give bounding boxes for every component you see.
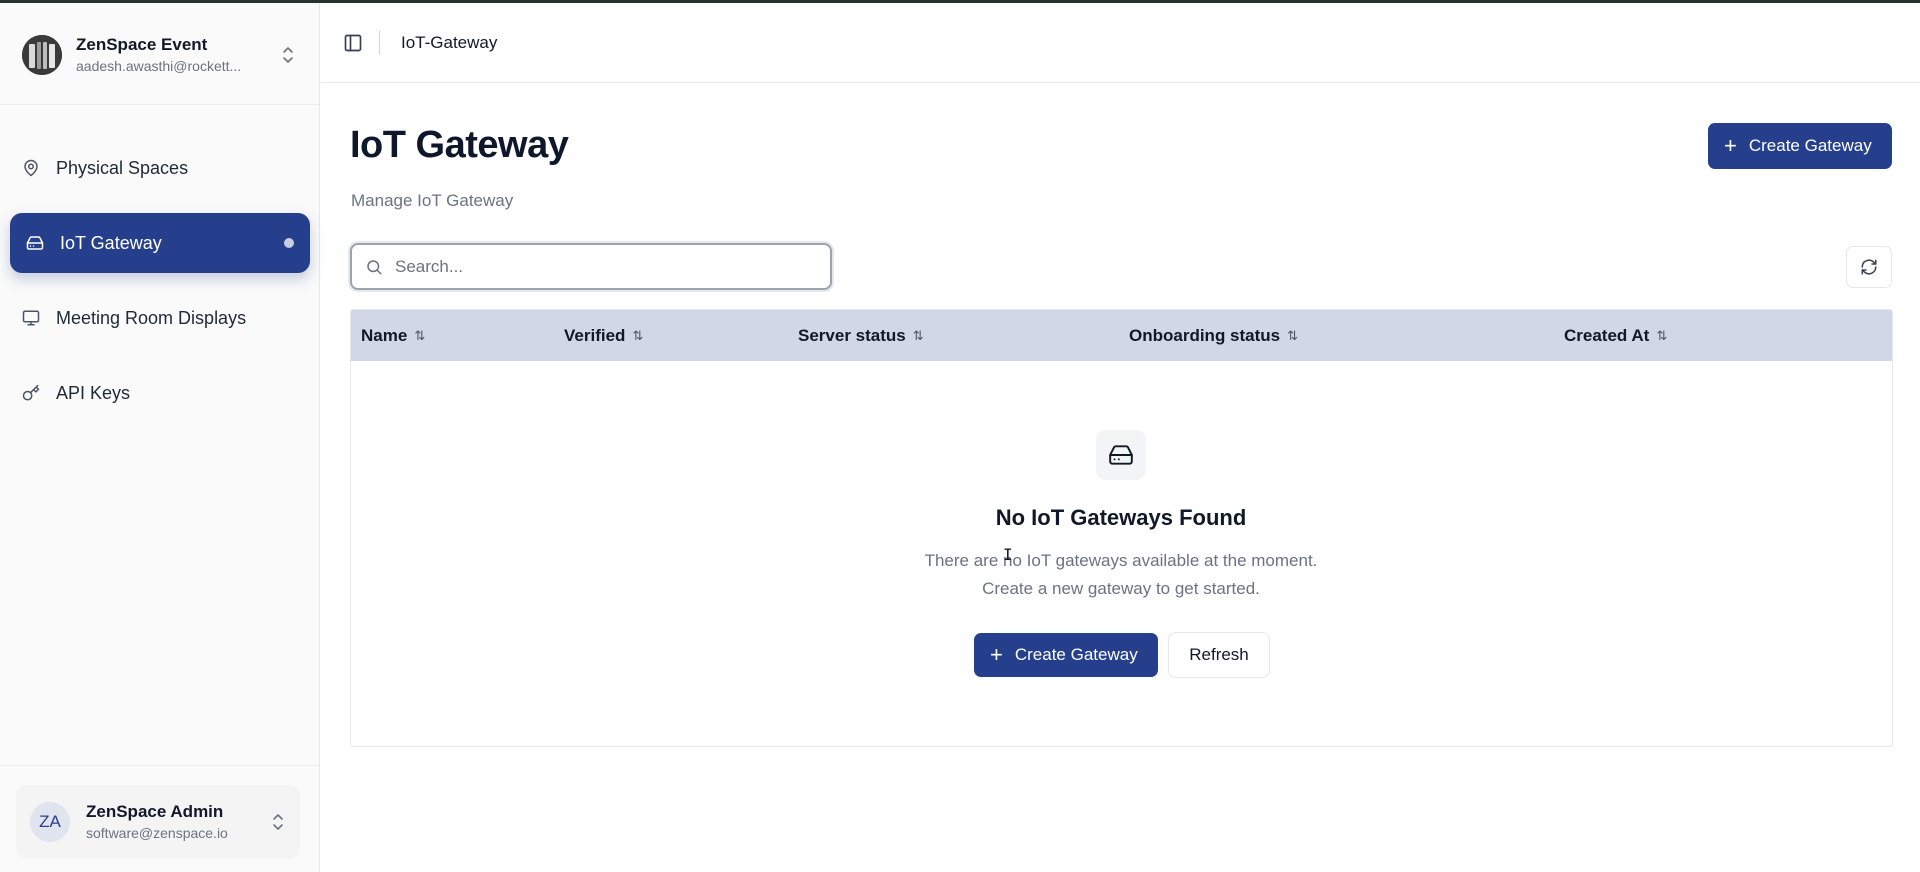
sidebar-item-label: API Keys bbox=[56, 382, 131, 403]
refresh-button[interactable]: Refresh bbox=[1168, 632, 1270, 678]
create-gateway-button[interactable]: + Create Gateway bbox=[1708, 123, 1892, 169]
header-divider bbox=[379, 30, 380, 55]
column-label: Onboarding status bbox=[1129, 325, 1281, 345]
key-icon bbox=[22, 384, 40, 402]
hard-drive-icon bbox=[1096, 430, 1146, 480]
sort-icon: ⇅ bbox=[1287, 327, 1299, 343]
monitor-icon bbox=[22, 309, 40, 327]
breadcrumb: IoT-Gateway bbox=[401, 32, 498, 52]
sidebar-item-iot-gateway[interactable]: IoT Gateway bbox=[10, 213, 310, 273]
user-email: software@zenspace.io bbox=[86, 825, 228, 841]
org-email: aadesh.awasthi@rockett... bbox=[76, 58, 242, 74]
sidebar-divider bbox=[0, 104, 319, 105]
page-subtitle: Manage IoT Gateway bbox=[351, 191, 514, 210]
sidebar-divider bbox=[0, 765, 319, 766]
plus-icon: + bbox=[1724, 133, 1737, 158]
user-name: ZenSpace Admin bbox=[86, 802, 224, 821]
sidebar-item-api-keys[interactable]: API Keys bbox=[10, 363, 310, 423]
org-switcher[interactable]: ZenSpace Event aadesh.awasthi@rockett... bbox=[12, 17, 306, 93]
chevrons-up-down-icon bbox=[280, 44, 296, 66]
user-menu[interactable]: ZA ZenSpace Admin software@zenspace.io bbox=[16, 785, 300, 859]
column-label: Name bbox=[361, 325, 408, 345]
sidebar: ZenSpace Event aadesh.awasthi@rockett...… bbox=[0, 3, 320, 872]
sort-icon: ⇅ bbox=[414, 327, 426, 343]
column-header-onboarding-status[interactable]: Onboarding status ⇅ bbox=[1129, 310, 1298, 361]
refresh-icon-button[interactable] bbox=[1846, 246, 1892, 288]
panel-left-icon[interactable] bbox=[343, 33, 363, 53]
column-header-name[interactable]: Name ⇅ bbox=[361, 310, 425, 361]
refresh-icon bbox=[1860, 258, 1878, 276]
column-label: Verified bbox=[564, 325, 626, 345]
page-title: IoT Gateway bbox=[350, 124, 569, 166]
hard-drive-icon bbox=[26, 234, 44, 252]
column-header-created-at[interactable]: Created At ⇅ bbox=[1564, 310, 1667, 361]
plus-icon: + bbox=[990, 642, 1003, 667]
sort-icon: ⇅ bbox=[632, 327, 644, 343]
create-gateway-button[interactable]: + Create Gateway bbox=[974, 633, 1158, 677]
active-indicator-dot bbox=[284, 238, 294, 248]
text-cursor-icon: I bbox=[1003, 545, 1013, 564]
chevrons-up-down-icon bbox=[270, 811, 286, 833]
sidebar-nav: Physical Spaces IoT Gateway Meeting Room… bbox=[10, 138, 310, 438]
search-icon bbox=[365, 258, 383, 276]
map-pin-icon bbox=[22, 159, 40, 177]
sidebar-item-label: Meeting Room Displays bbox=[56, 307, 247, 328]
column-header-server-status[interactable]: Server status ⇅ bbox=[798, 310, 924, 361]
sidebar-item-physical-spaces[interactable]: Physical Spaces bbox=[10, 138, 310, 198]
column-label: Created At bbox=[1564, 325, 1650, 345]
sort-icon: ⇅ bbox=[1656, 327, 1668, 343]
top-header: IoT-Gateway bbox=[321, 3, 1920, 83]
column-header-verified[interactable]: Verified ⇅ bbox=[564, 310, 643, 361]
sidebar-item-meeting-room-displays[interactable]: Meeting Room Displays bbox=[10, 288, 310, 348]
sidebar-item-label: Physical Spaces bbox=[56, 157, 189, 178]
column-label: Server status bbox=[798, 325, 906, 345]
search-field[interactable] bbox=[350, 243, 832, 290]
create-gateway-label: Create Gateway bbox=[1748, 136, 1872, 155]
create-gateway-label: Create Gateway bbox=[1014, 645, 1138, 664]
table-header: Name ⇅ Verified ⇅ Server status ⇅ Onboar… bbox=[351, 310, 1892, 361]
search-input[interactable] bbox=[395, 256, 815, 277]
empty-state-title: No IoT Gateways Found bbox=[995, 505, 1247, 530]
org-name: ZenSpace Event bbox=[76, 35, 208, 54]
org-logo bbox=[22, 35, 62, 75]
sort-icon: ⇅ bbox=[912, 327, 924, 343]
avatar: ZA bbox=[30, 802, 70, 842]
sidebar-item-label: IoT Gateway bbox=[60, 232, 162, 253]
empty-state-description: There are no IoT gateways available at t… bbox=[924, 551, 1318, 598]
